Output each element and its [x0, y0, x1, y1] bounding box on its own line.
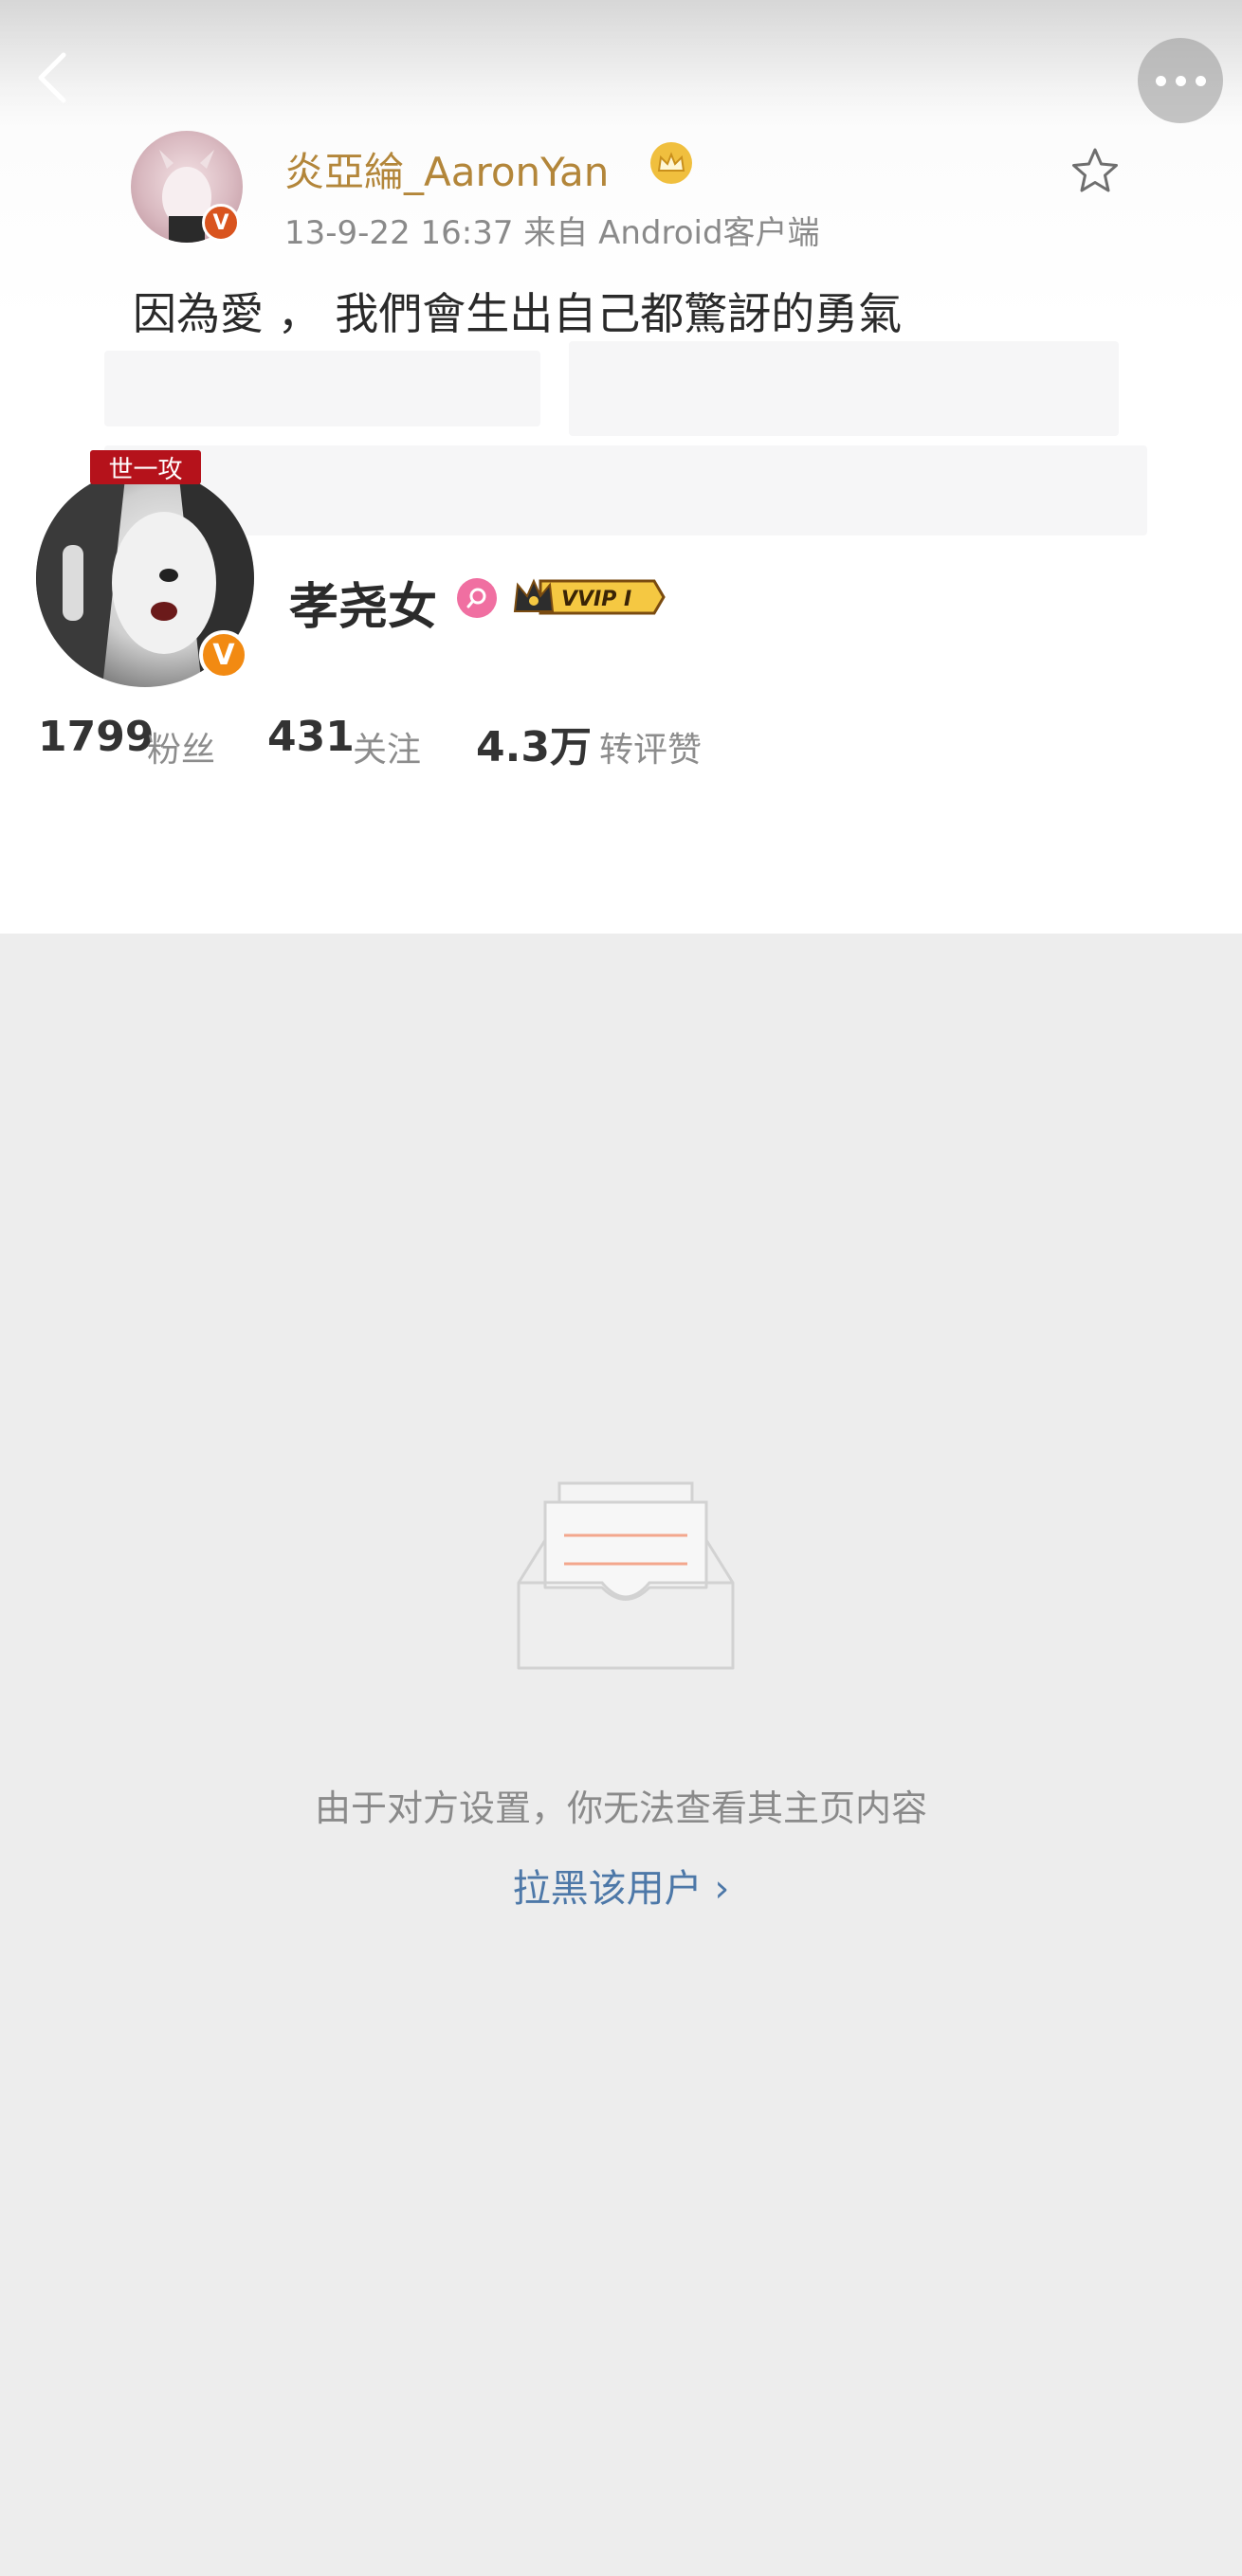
- search-badge-icon[interactable]: [457, 578, 497, 618]
- following-label[interactable]: 关注: [353, 722, 421, 771]
- followers-count[interactable]: 1799: [38, 713, 154, 761]
- back-button[interactable]: [19, 40, 85, 116]
- empty-state-message: 由于对方设置，你无法查看其主页内容: [314, 1787, 927, 1829]
- verified-icon: V: [199, 630, 248, 680]
- quoted-post-meta: 13-9-22 16:37 来自 Android客户端: [284, 214, 820, 252]
- blurred-content: [569, 341, 1119, 436]
- blurred-content: [104, 351, 540, 426]
- back-arrow-icon: [38, 52, 66, 103]
- more-dots-icon: [1155, 75, 1166, 86]
- crown-icon: [650, 142, 692, 184]
- engagement-count[interactable]: 4.3万: [476, 713, 592, 773]
- quoted-post-text: 因為愛 ， 我們會生出自己都驚訝的勇氣: [133, 288, 903, 339]
- empty-box-icon: [517, 1478, 735, 1678]
- blurred-content: [104, 445, 1147, 535]
- avatar-badge: 世一攻: [90, 450, 201, 484]
- profile-name: 孝尧女: [289, 579, 438, 636]
- top-shade: [0, 0, 1242, 128]
- verified-icon: V: [202, 204, 240, 242]
- vip-label: VVIP I: [561, 588, 631, 611]
- profile-header: V 炎亞綸_AaronYan 13-9-22 16:37 来自 Android客…: [0, 0, 1242, 934]
- more-button[interactable]: [1138, 38, 1223, 123]
- block-user-link[interactable]: 拉黑该用户 ›: [0, 1858, 1242, 1913]
- vip-badge[interactable]: VVIP I: [512, 575, 666, 619]
- following-count[interactable]: 431: [267, 713, 355, 761]
- engagement-label[interactable]: 转评赞: [599, 722, 702, 771]
- quoted-username[interactable]: 炎亞綸_AaronYan: [284, 140, 609, 198]
- followers-label[interactable]: 粉丝: [147, 722, 215, 771]
- star-icon[interactable]: [1067, 142, 1123, 199]
